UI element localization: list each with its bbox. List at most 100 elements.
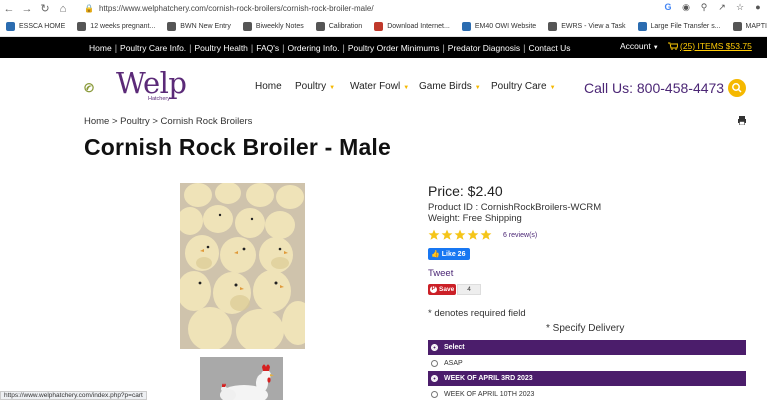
facebook-like-label: Like 26	[441, 250, 466, 258]
chicks-photo	[180, 183, 305, 349]
pinterest-save-button[interactable]: P Save	[428, 284, 456, 295]
bookmark-favicon-icon	[242, 22, 252, 31]
welp-logo-icon[interactable]	[84, 70, 118, 106]
save-label: Save	[439, 286, 455, 293]
top-nav-link[interactable]: Home	[87, 43, 114, 53]
logo-wordmark[interactable]: Welp	[116, 66, 187, 100]
top-navigation: Home | Poultry Care Info. | Poultry Health | F…	[0, 37, 767, 58]
required-note: * denotes required field	[428, 308, 526, 319]
facebook-like-button[interactable]: 👍 Like 26	[428, 248, 470, 260]
delivery-radio[interactable]	[431, 391, 438, 398]
bookmark-item[interactable]: ESSCA HOME	[6, 22, 65, 31]
main-nav-item[interactable]: Game Birds ▼	[419, 81, 481, 92]
bookmark-label: Download Internet...	[387, 23, 450, 30]
top-nav-link[interactable]: Predator Diagnosis	[446, 43, 522, 53]
delivery-option[interactable]: WEEK OF APRIL 10TH 2023	[428, 387, 746, 400]
bookmark-label: ESSCA HOME	[19, 23, 66, 30]
main-nav-label: Water Fowl	[350, 81, 401, 92]
top-nav-links: Home | Poultry Care Info. | Poultry Health | F…	[87, 43, 572, 53]
bookmark-label: Large File Transfer s...	[650, 23, 721, 30]
chevron-down-icon: ▼	[549, 85, 556, 91]
logo-subtitle: Hatchery	[148, 96, 171, 102]
back-icon[interactable]: ←	[0, 3, 18, 15]
zoom-icon[interactable]: ⚲	[699, 2, 709, 12]
bookmark-item[interactable]: MAPTIS Reference...	[732, 22, 767, 31]
top-nav-link[interactable]: Poultry Health	[193, 43, 250, 53]
main-nav-item[interactable]: Poultry ▼	[295, 81, 335, 92]
cart-link[interactable]: (25) ITEMS $53.75	[668, 41, 752, 51]
main-nav-item[interactable]: Home	[255, 81, 282, 92]
account-icon[interactable]: ●	[753, 2, 763, 12]
main-nav-label: Game Birds	[419, 81, 472, 92]
rooster-photo	[200, 357, 283, 400]
delivery-option[interactable]: Select	[428, 340, 746, 355]
google-icon[interactable]: G	[663, 2, 673, 12]
top-nav-link[interactable]: Poultry Care Info.	[118, 43, 188, 53]
cart-icon	[668, 42, 678, 50]
top-nav-link[interactable]: Poultry Order Minimums	[346, 43, 442, 53]
top-nav-link[interactable]: Ordering Info.	[285, 43, 341, 53]
phone-number[interactable]: Call Us: 800-458-4473	[584, 80, 724, 96]
bookmark-item[interactable]: BWN New Entry	[167, 22, 231, 31]
star-icon	[467, 229, 479, 240]
delivery-option[interactable]: ASAP	[428, 356, 746, 371]
tweet-link[interactable]: Tweet	[428, 268, 453, 279]
rating-stars	[428, 229, 492, 241]
delivery-radio[interactable]	[431, 375, 438, 382]
bookmark-favicon-icon	[77, 22, 87, 31]
eye-off-icon[interactable]: ◉	[681, 2, 691, 12]
delivery-option[interactable]: WEEK OF APRIL 3RD 2023	[428, 371, 746, 386]
main-nav-item[interactable]: Water Fowl ▼	[350, 81, 409, 92]
url-text: https://www.welphatchery.com/cornish-roc…	[98, 4, 374, 13]
bookmark-item[interactable]: 12 weeks pregnant...	[77, 22, 155, 31]
top-nav-link[interactable]: FAQ's	[254, 43, 281, 53]
product-price: Price: $2.40	[428, 183, 503, 199]
url-field[interactable]: 🔒 https://www.welphatchery.com/cornish-r…	[84, 0, 374, 17]
breadcrumb[interactable]: Home > Poultry > Cornish Rock Broilers	[84, 116, 252, 127]
bookmark-label: EM40 OWI Website	[474, 23, 537, 30]
chevron-down-icon: ▼	[403, 85, 410, 91]
product-id: Product ID : CornishRockBroilers-WCRM	[428, 202, 602, 213]
chevron-down-icon: ▼	[474, 85, 481, 91]
account-label: Account	[620, 41, 651, 51]
main-nav-item[interactable]: Poultry Care ▼	[491, 81, 556, 92]
pinterest-icon: P	[430, 286, 437, 293]
print-icon[interactable]	[738, 116, 746, 125]
forward-icon[interactable]: →	[18, 3, 36, 15]
main-nav-label: Poultry Care	[491, 81, 547, 92]
star-icon	[454, 229, 466, 240]
bookmark-item[interactable]: Biweekly Notes	[242, 22, 304, 31]
search-icon	[732, 83, 742, 93]
bookmark-favicon-icon	[6, 22, 15, 31]
account-menu[interactable]: Account ▼	[620, 41, 659, 51]
reviews-link[interactable]: 6 review(s)	[503, 232, 537, 239]
product-image[interactable]	[180, 183, 305, 349]
delivery-radio[interactable]	[431, 360, 438, 367]
reload-icon[interactable]: ↻	[36, 2, 54, 15]
bookmark-label: BWN New Entry	[180, 23, 231, 30]
bookmark-item[interactable]: Download Internet...	[374, 22, 450, 31]
share-icon[interactable]: ↗	[717, 2, 727, 12]
delivery-radio[interactable]	[431, 344, 438, 351]
top-nav-link[interactable]: Contact Us	[526, 43, 572, 53]
browser-address-bar: ← → ↻ ⌂ 🔒 https://www.welphatchery.com/c…	[0, 0, 767, 17]
bookmark-favicon-icon	[167, 22, 177, 31]
delivery-option-label: WEEK OF APRIL 10TH 2023	[444, 391, 535, 398]
bookmark-label: Calibration	[328, 23, 363, 30]
search-button[interactable]	[728, 79, 746, 97]
main-nav-label: Home	[255, 81, 282, 92]
product-thumbnail[interactable]	[200, 357, 283, 400]
home-icon[interactable]: ⌂	[54, 3, 72, 15]
page-title: Cornish Rock Broiler - Male	[84, 134, 392, 160]
delivery-option-label: ASAP	[444, 360, 463, 367]
delivery-label: * Specify Delivery	[546, 323, 625, 334]
star-icon	[441, 229, 453, 240]
lock-icon: 🔒	[84, 4, 94, 13]
bookmark-favicon-icon	[374, 22, 384, 31]
bookmark-item[interactable]: Calibration	[315, 22, 363, 31]
star-icon[interactable]: ☆	[735, 2, 745, 12]
bookmark-item[interactable]: Large File Transfer s...	[637, 22, 721, 31]
bookmark-item[interactable]: EM40 OWI Website	[461, 22, 537, 31]
chevron-down-icon: ▼	[329, 85, 336, 91]
bookmark-item[interactable]: EWRS - View a Task	[548, 22, 626, 31]
